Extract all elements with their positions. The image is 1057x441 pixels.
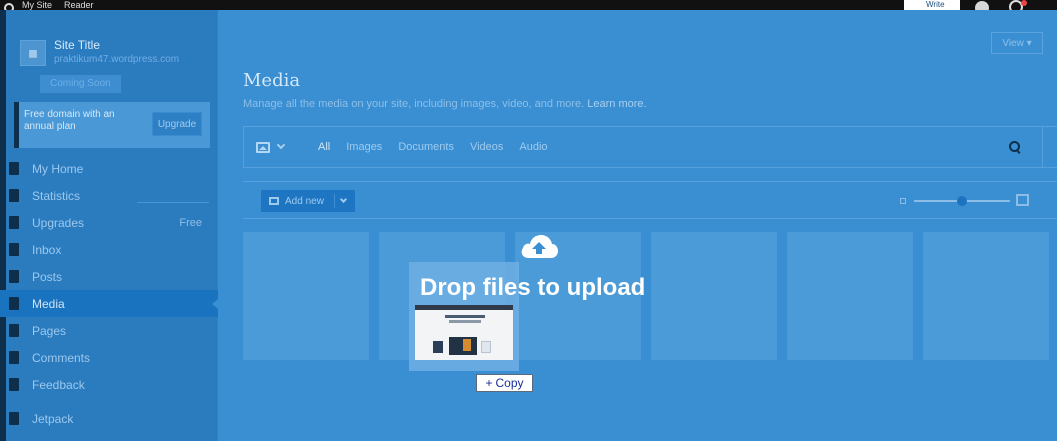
copy-cursor-tag: + Copy xyxy=(476,374,533,392)
pin-icon xyxy=(9,270,19,283)
page-icon xyxy=(9,324,19,337)
media-placeholder-tile xyxy=(243,232,369,360)
mail-icon xyxy=(9,243,19,256)
slider-handle[interactable] xyxy=(957,196,967,206)
jetpack-icon xyxy=(9,412,19,425)
image-icon xyxy=(9,297,19,310)
main-content: View ▾ Media Manage all the media on you… xyxy=(219,10,1057,441)
media-placeholder-tile xyxy=(923,232,1049,360)
filter-bar-edge xyxy=(1039,126,1057,168)
sidebar-item-label: My Home xyxy=(32,161,84,176)
sidebar-item-media[interactable]: Media xyxy=(0,290,219,317)
sidebar-item-label: Statistics xyxy=(32,188,81,203)
site-url: praktikum47.wordpress.com xyxy=(54,54,180,65)
media-placeholder-tile xyxy=(787,232,913,360)
sidebar-item-upgrades[interactable]: Upgrades Free xyxy=(0,209,218,236)
add-new-button[interactable]: Add new xyxy=(261,190,355,212)
image-icon xyxy=(256,141,270,153)
large-thumbnail-icon xyxy=(1016,194,1029,206)
dragged-file-thumbnail xyxy=(415,305,513,360)
write-button[interactable]: Write xyxy=(904,0,960,10)
site-title: Site Title xyxy=(54,38,101,52)
tab-videos[interactable]: Videos xyxy=(470,141,503,153)
site-icon: ◼ xyxy=(20,40,46,66)
thumbnail-size-slider[interactable] xyxy=(900,194,1040,208)
upgrades-free-label: Free xyxy=(179,216,202,229)
subtitle-text: Manage all the media on your site, inclu… xyxy=(243,98,585,110)
upgrade-promo: Free domain with an annual plan Upgrade xyxy=(14,102,210,148)
wordpress-logo-icon[interactable] xyxy=(4,3,14,10)
media-placeholder-tile xyxy=(651,232,777,360)
site-switcher[interactable]: ◼ Site Title praktikum47.wordpress.com C… xyxy=(14,30,214,100)
page-subtitle: Manage all the media on your site, inclu… xyxy=(243,98,647,110)
chevron-down-icon xyxy=(276,140,286,150)
learn-more-link[interactable]: Learn more. xyxy=(587,98,646,110)
sidebar-item-comments[interactable]: Comments xyxy=(0,344,218,371)
sidebar-item-label: Pages xyxy=(32,323,67,338)
flag-icon xyxy=(9,216,19,229)
promo-text: Free domain with an annual plan xyxy=(24,109,115,132)
search-icon[interactable] xyxy=(1008,140,1022,154)
notification-dot xyxy=(1021,0,1027,6)
sidebar-item-label: Inbox xyxy=(32,242,62,257)
tab-all[interactable]: All xyxy=(318,141,330,153)
avatar[interactable] xyxy=(975,1,989,10)
comment-icon xyxy=(9,351,19,364)
button-divider xyxy=(333,194,335,208)
copy-label: Copy xyxy=(495,376,524,390)
house-icon xyxy=(9,162,19,175)
site-status-badge[interactable]: Coming Soon xyxy=(40,75,121,93)
sidebar-item-label: Comments xyxy=(32,350,91,365)
add-image-icon xyxy=(269,197,279,205)
media-type-dropdown[interactable] xyxy=(256,140,302,153)
sidebar-item-label: Posts xyxy=(32,269,63,284)
sidebar-item-label: Media xyxy=(32,296,65,311)
sidebar-item-label: Upgrades xyxy=(32,215,85,230)
add-new-label: Add new xyxy=(285,195,324,207)
media-filter-bar: All Images Documents Videos Audio xyxy=(243,126,1043,168)
sidebar-item-pages[interactable]: Pages xyxy=(0,317,218,344)
feedback-icon xyxy=(9,378,19,391)
sidebar-item-statistics[interactable]: Statistics xyxy=(0,182,218,209)
sidebar-item-jetpack[interactable]: Jetpack xyxy=(0,405,218,432)
sidebar-item-label: Feedback xyxy=(32,377,85,392)
nav-gap xyxy=(0,398,218,405)
media-grid xyxy=(243,232,1057,363)
page-title: Media xyxy=(243,70,301,91)
tab-images[interactable]: Images xyxy=(346,141,382,153)
sidebar-item-my-home[interactable]: My Home xyxy=(0,155,218,182)
media-toolbar: Add new xyxy=(243,181,1057,219)
tab-audio[interactable]: Audio xyxy=(519,141,547,153)
tab-documents[interactable]: Documents xyxy=(398,141,454,153)
sidebar-item-posts[interactable]: Posts xyxy=(0,263,218,290)
upgrade-button[interactable]: Upgrade xyxy=(152,112,202,136)
sidebar: ◼ Site Title praktikum47.wordpress.com C… xyxy=(0,10,219,441)
reader-menu[interactable]: Reader xyxy=(64,0,94,10)
plus-icon: + xyxy=(485,376,493,390)
sidebar-item-label: Jetpack xyxy=(32,411,74,426)
cloud-upload-icon xyxy=(521,235,558,258)
drop-files-title: Drop files to upload xyxy=(420,274,646,301)
nav-divider xyxy=(137,202,209,203)
view-site-button[interactable]: View ▾ xyxy=(991,32,1043,54)
my-site-menu[interactable]: My Site xyxy=(22,0,52,10)
masterbar: My Site Reader Write xyxy=(0,0,1057,10)
sidebar-nav: My Home Statistics Upgrades Free Inbox P… xyxy=(0,155,219,432)
sidebar-item-inbox[interactable]: Inbox xyxy=(0,236,218,263)
small-thumbnail-icon xyxy=(900,198,906,204)
bar-chart-icon xyxy=(9,189,19,202)
chevron-down-icon[interactable] xyxy=(339,195,347,203)
sidebar-item-feedback[interactable]: Feedback xyxy=(0,371,218,398)
